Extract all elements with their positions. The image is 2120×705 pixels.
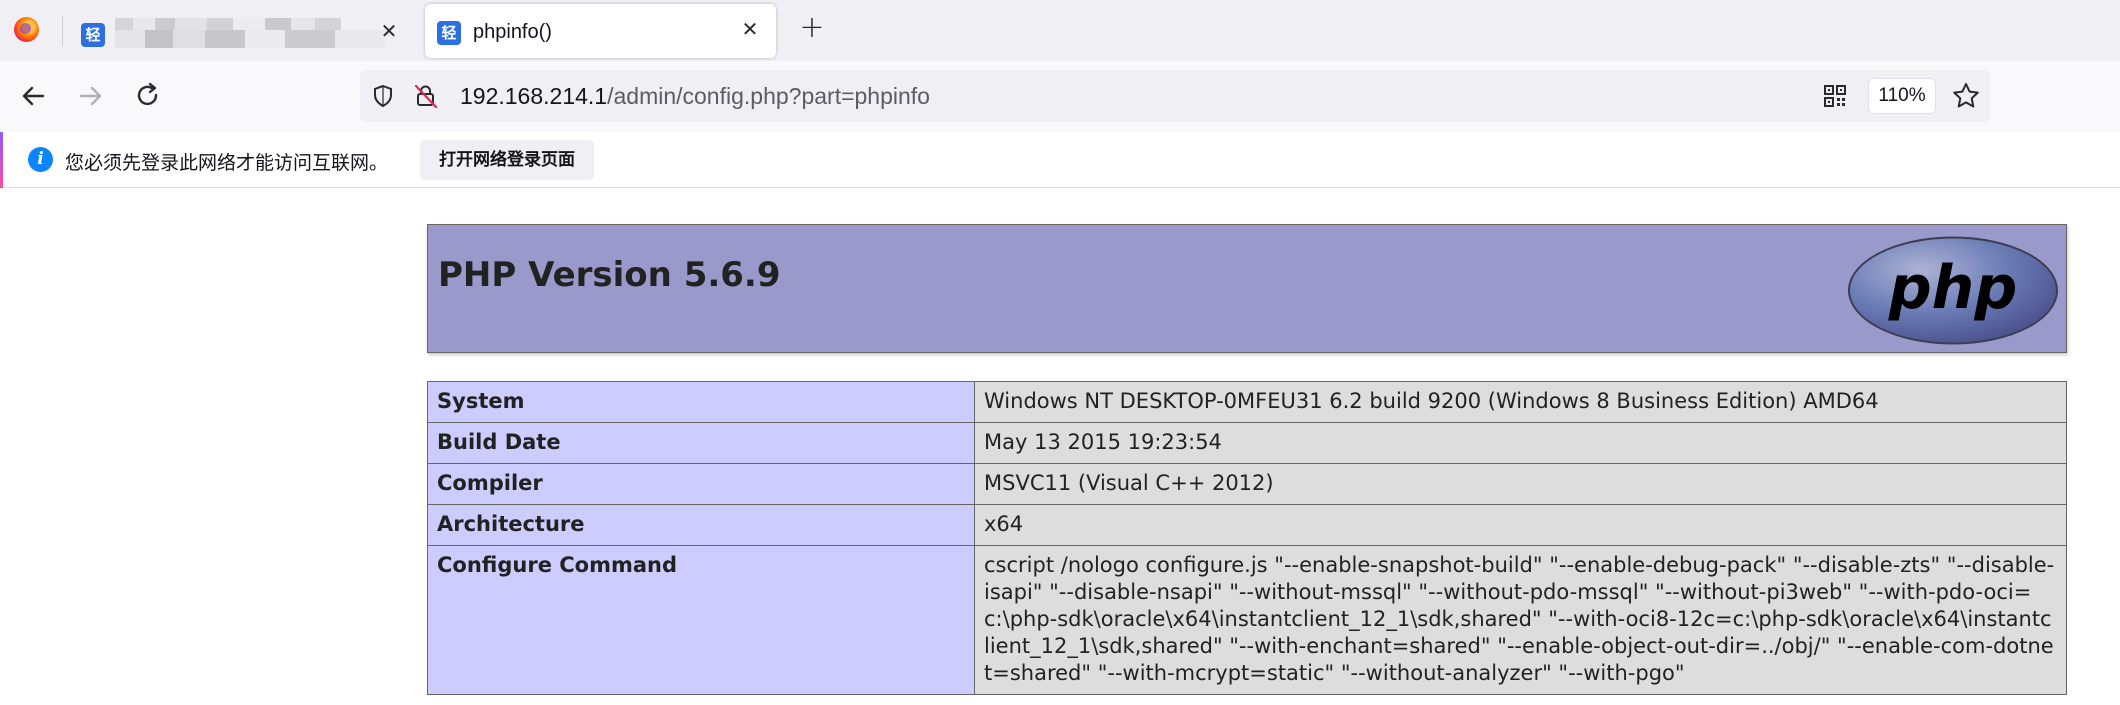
forward-icon[interactable] — [73, 79, 107, 113]
reload-icon[interactable] — [131, 79, 165, 113]
tab-favicon-icon: 轻 — [81, 23, 105, 47]
table-row: System Windows NT DESKTOP-0MFEU31 6.2 bu… — [427, 381, 2067, 423]
bookmark-star-icon[interactable] — [1951, 81, 1981, 111]
row-value: May 13 2015 19:23:54 — [974, 422, 2067, 464]
navigation-toolbar: 192.168.214.1/admin/config.php?part=phpi… — [0, 61, 2120, 132]
tab-separator — [62, 16, 63, 46]
info-icon: i — [28, 147, 53, 172]
url-text[interactable]: 192.168.214.1/admin/config.php?part=phpi… — [460, 83, 930, 110]
phpinfo-table: System Windows NT DESKTOP-0MFEU31 6.2 bu… — [427, 381, 2067, 695]
tab-close-icon[interactable]: ✕ — [739, 18, 761, 40]
captive-portal-notification: i 您必须先登录此网络才能访问互联网。 打开网络登录页面 — [0, 132, 2120, 188]
row-value: x64 — [974, 504, 2067, 546]
table-row: Compiler MSVC11 (Visual C++ 2012) — [427, 463, 2067, 505]
row-key: Architecture — [427, 504, 975, 546]
tab-title: phpinfo() — [473, 21, 552, 43]
tab-favicon-icon: 轻 — [437, 21, 461, 45]
phpinfo-header: PHP Version 5.6.9 php — [427, 224, 2067, 353]
tab-title-redacted — [115, 18, 385, 48]
table-row: Build Date May 13 2015 19:23:54 — [427, 422, 2067, 464]
row-value: Windows NT DESKTOP-0MFEU31 6.2 build 920… — [974, 381, 2067, 423]
address-bar[interactable]: 192.168.214.1/admin/config.php?part=phpi… — [360, 70, 1990, 122]
firefox-logo-icon[interactable] — [14, 17, 39, 42]
back-icon[interactable] — [17, 79, 51, 113]
table-row: Architecture x64 — [427, 504, 2067, 546]
row-value: cscript /nologo configure.js "--enable-s… — [974, 545, 2067, 695]
tab-close-icon[interactable]: ✕ — [378, 20, 400, 42]
page-title: PHP Version 5.6.9 — [438, 255, 781, 295]
notification-accent — [0, 132, 3, 188]
row-key: Build Date — [427, 422, 975, 464]
php-logo-text: php — [1888, 253, 2018, 323]
table-row: Configure Command cscript /nologo config… — [427, 545, 2067, 695]
row-value: MSVC11 (Visual C++ 2012) — [974, 463, 2067, 505]
url-path: /admin/config.php?part=phpinfo — [607, 83, 930, 109]
tracking-shield-icon[interactable] — [370, 83, 396, 109]
php-logo[interactable]: php — [1846, 235, 2060, 346]
tab-blurred[interactable]: 轻 ✕ — [73, 6, 408, 56]
tab-phpinfo[interactable]: 轻 phpinfo() ✕ — [425, 4, 776, 58]
open-login-page-button[interactable]: 打开网络登录页面 — [420, 140, 594, 180]
row-key: Compiler — [427, 463, 975, 505]
notification-message: 您必须先登录此网络才能访问互联网。 — [65, 152, 389, 174]
row-key: Configure Command — [427, 545, 975, 695]
zoom-level-button[interactable]: 110% — [1868, 78, 1936, 114]
insecure-lock-icon[interactable] — [412, 82, 440, 110]
url-host: 192.168.214.1 — [460, 83, 608, 109]
qr-code-icon[interactable] — [1822, 83, 1848, 109]
row-key: System — [427, 381, 975, 423]
tab-strip: 轻 ✕ 轻 phpinfo() ✕ + — [0, 0, 2120, 61]
new-tab-button[interactable]: + — [797, 13, 827, 43]
